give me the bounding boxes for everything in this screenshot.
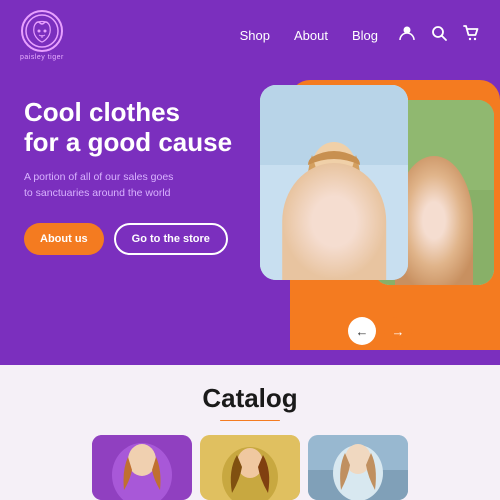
go-to-store-button[interactable]: Go to the store	[114, 223, 228, 255]
nav-icons	[398, 24, 480, 47]
nav-about[interactable]: About	[294, 28, 328, 43]
prev-arrow-button[interactable]: ←	[348, 317, 376, 345]
hero-subtitle: A portion of all of our sales goes to sa…	[24, 170, 184, 202]
catalog-section: Catalog	[0, 365, 500, 500]
header: paisley tiger Shop About Blog	[0, 0, 500, 70]
catalog-card-1[interactable]	[92, 435, 192, 500]
catalog-underline	[220, 420, 280, 421]
logo-brand-text: paisley tiger	[20, 54, 64, 61]
hero-nav-arrows: ← →	[348, 317, 412, 345]
account-icon[interactable]	[398, 24, 416, 47]
catalog-cards	[76, 435, 424, 500]
hero-left: Cool clothes for a good cause A portion …	[0, 70, 260, 365]
catalog-card-2[interactable]	[200, 435, 300, 500]
catalog-card-3[interactable]	[308, 435, 408, 500]
logo-area[interactable]: paisley tiger	[20, 10, 64, 61]
cart-icon[interactable]	[462, 24, 480, 47]
catalog-title: Catalog	[202, 383, 297, 414]
hero-title: Cool clothes for a good cause	[24, 98, 240, 158]
nav-shop[interactable]: Shop	[240, 28, 270, 43]
search-icon[interactable]	[430, 24, 448, 47]
hero-right: ← →	[260, 70, 500, 365]
hero-photo-1	[260, 85, 408, 280]
next-arrow-button[interactable]: →	[384, 317, 412, 345]
nav-blog[interactable]: Blog	[352, 28, 378, 43]
hero-buttons: About us Go to the store	[24, 223, 240, 255]
logo-svg	[24, 13, 60, 49]
main-nav: Shop About Blog	[240, 28, 378, 43]
about-us-button[interactable]: About us	[24, 223, 104, 255]
hero-section: Cool clothes for a good cause A portion …	[0, 70, 500, 365]
logo-icon	[21, 10, 63, 52]
